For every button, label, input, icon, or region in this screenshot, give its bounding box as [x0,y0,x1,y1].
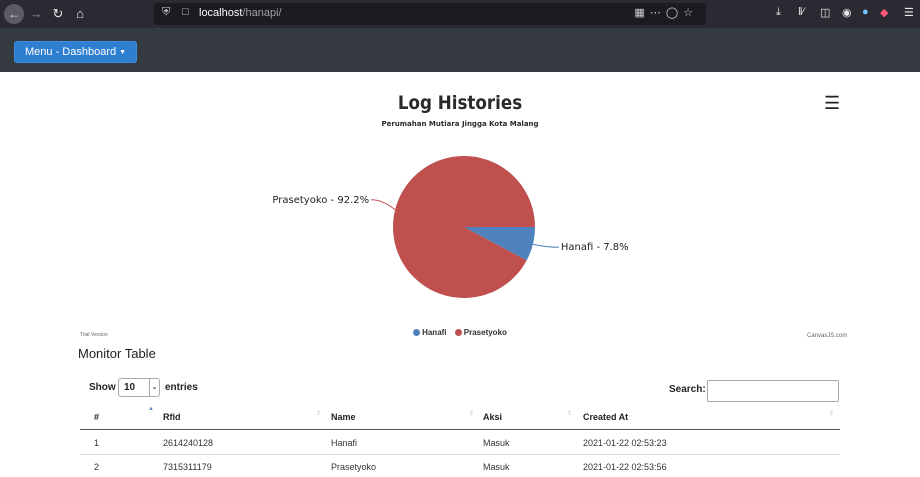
cell-number: 1 [94,438,100,448]
sort-both-icon: ⇕ [567,411,573,417]
cell-number: 2 [94,462,100,472]
leader-line-prasetyoko [371,199,396,211]
legend-marker [454,329,462,336]
cell-rfid: 2614240128 [163,438,214,448]
cell-created-at: 2021-01-22 02:53:23 [583,438,667,448]
legend-label: Hanafi [422,328,447,337]
cell-aksi: Masuk [483,462,510,472]
column-header-aksi[interactable]: Aksi [483,412,502,422]
legend-item-hanafi[interactable]: Hanafi [413,328,447,337]
column-header-rfid[interactable]: Rfid [163,412,181,422]
sort-both-icon: ⇕ [469,411,475,417]
legend-item-prasetyoko[interactable]: Prasetyoko [454,328,507,337]
column-header-number[interactable]: # [94,412,99,422]
sort-both-icon: ⇕ [829,411,835,417]
chart-legend: Hanafi Prasetyoko [0,328,920,337]
cell-name: Hanafi [331,438,358,448]
cell-aksi: Masuk [483,438,510,448]
entries-label: entries [165,382,198,393]
sort-both-icon: ⇕ [316,411,322,417]
column-header-created-at[interactable]: Created At [583,412,628,422]
pie-chart: Hanafi - 7.8% Prasetyoko - 92.2% [272,156,629,299]
data-label-hanafi: Hanafi - 7.8% [561,242,629,253]
leader-line-hanafi [532,243,559,248]
search-label: Search: [669,384,706,395]
row-divider [80,454,840,455]
cell-name: Prasetyoko [331,462,377,472]
sort-asc-icon: ▲ [148,406,154,412]
search-input[interactable] [707,380,839,402]
column-header-name[interactable]: Name [331,412,356,422]
page-length-select[interactable]: 10 ⌄ [118,378,160,397]
chevron-down-icon: ⌄ [149,379,159,396]
table-header-divider [80,429,840,430]
cell-created-at: 2021-01-22 02:53:56 [583,462,667,472]
page-length-value: 10 [124,382,136,393]
legend-marker [413,329,421,336]
monitor-table-title: Monitor Table [78,346,156,361]
cell-rfid: 7315311179 [163,462,212,472]
legend-label: Prasetyoko [463,328,507,337]
show-label: Show [89,382,116,393]
data-label-prasetyoko: Prasetyoko - 92.2% [272,195,369,206]
